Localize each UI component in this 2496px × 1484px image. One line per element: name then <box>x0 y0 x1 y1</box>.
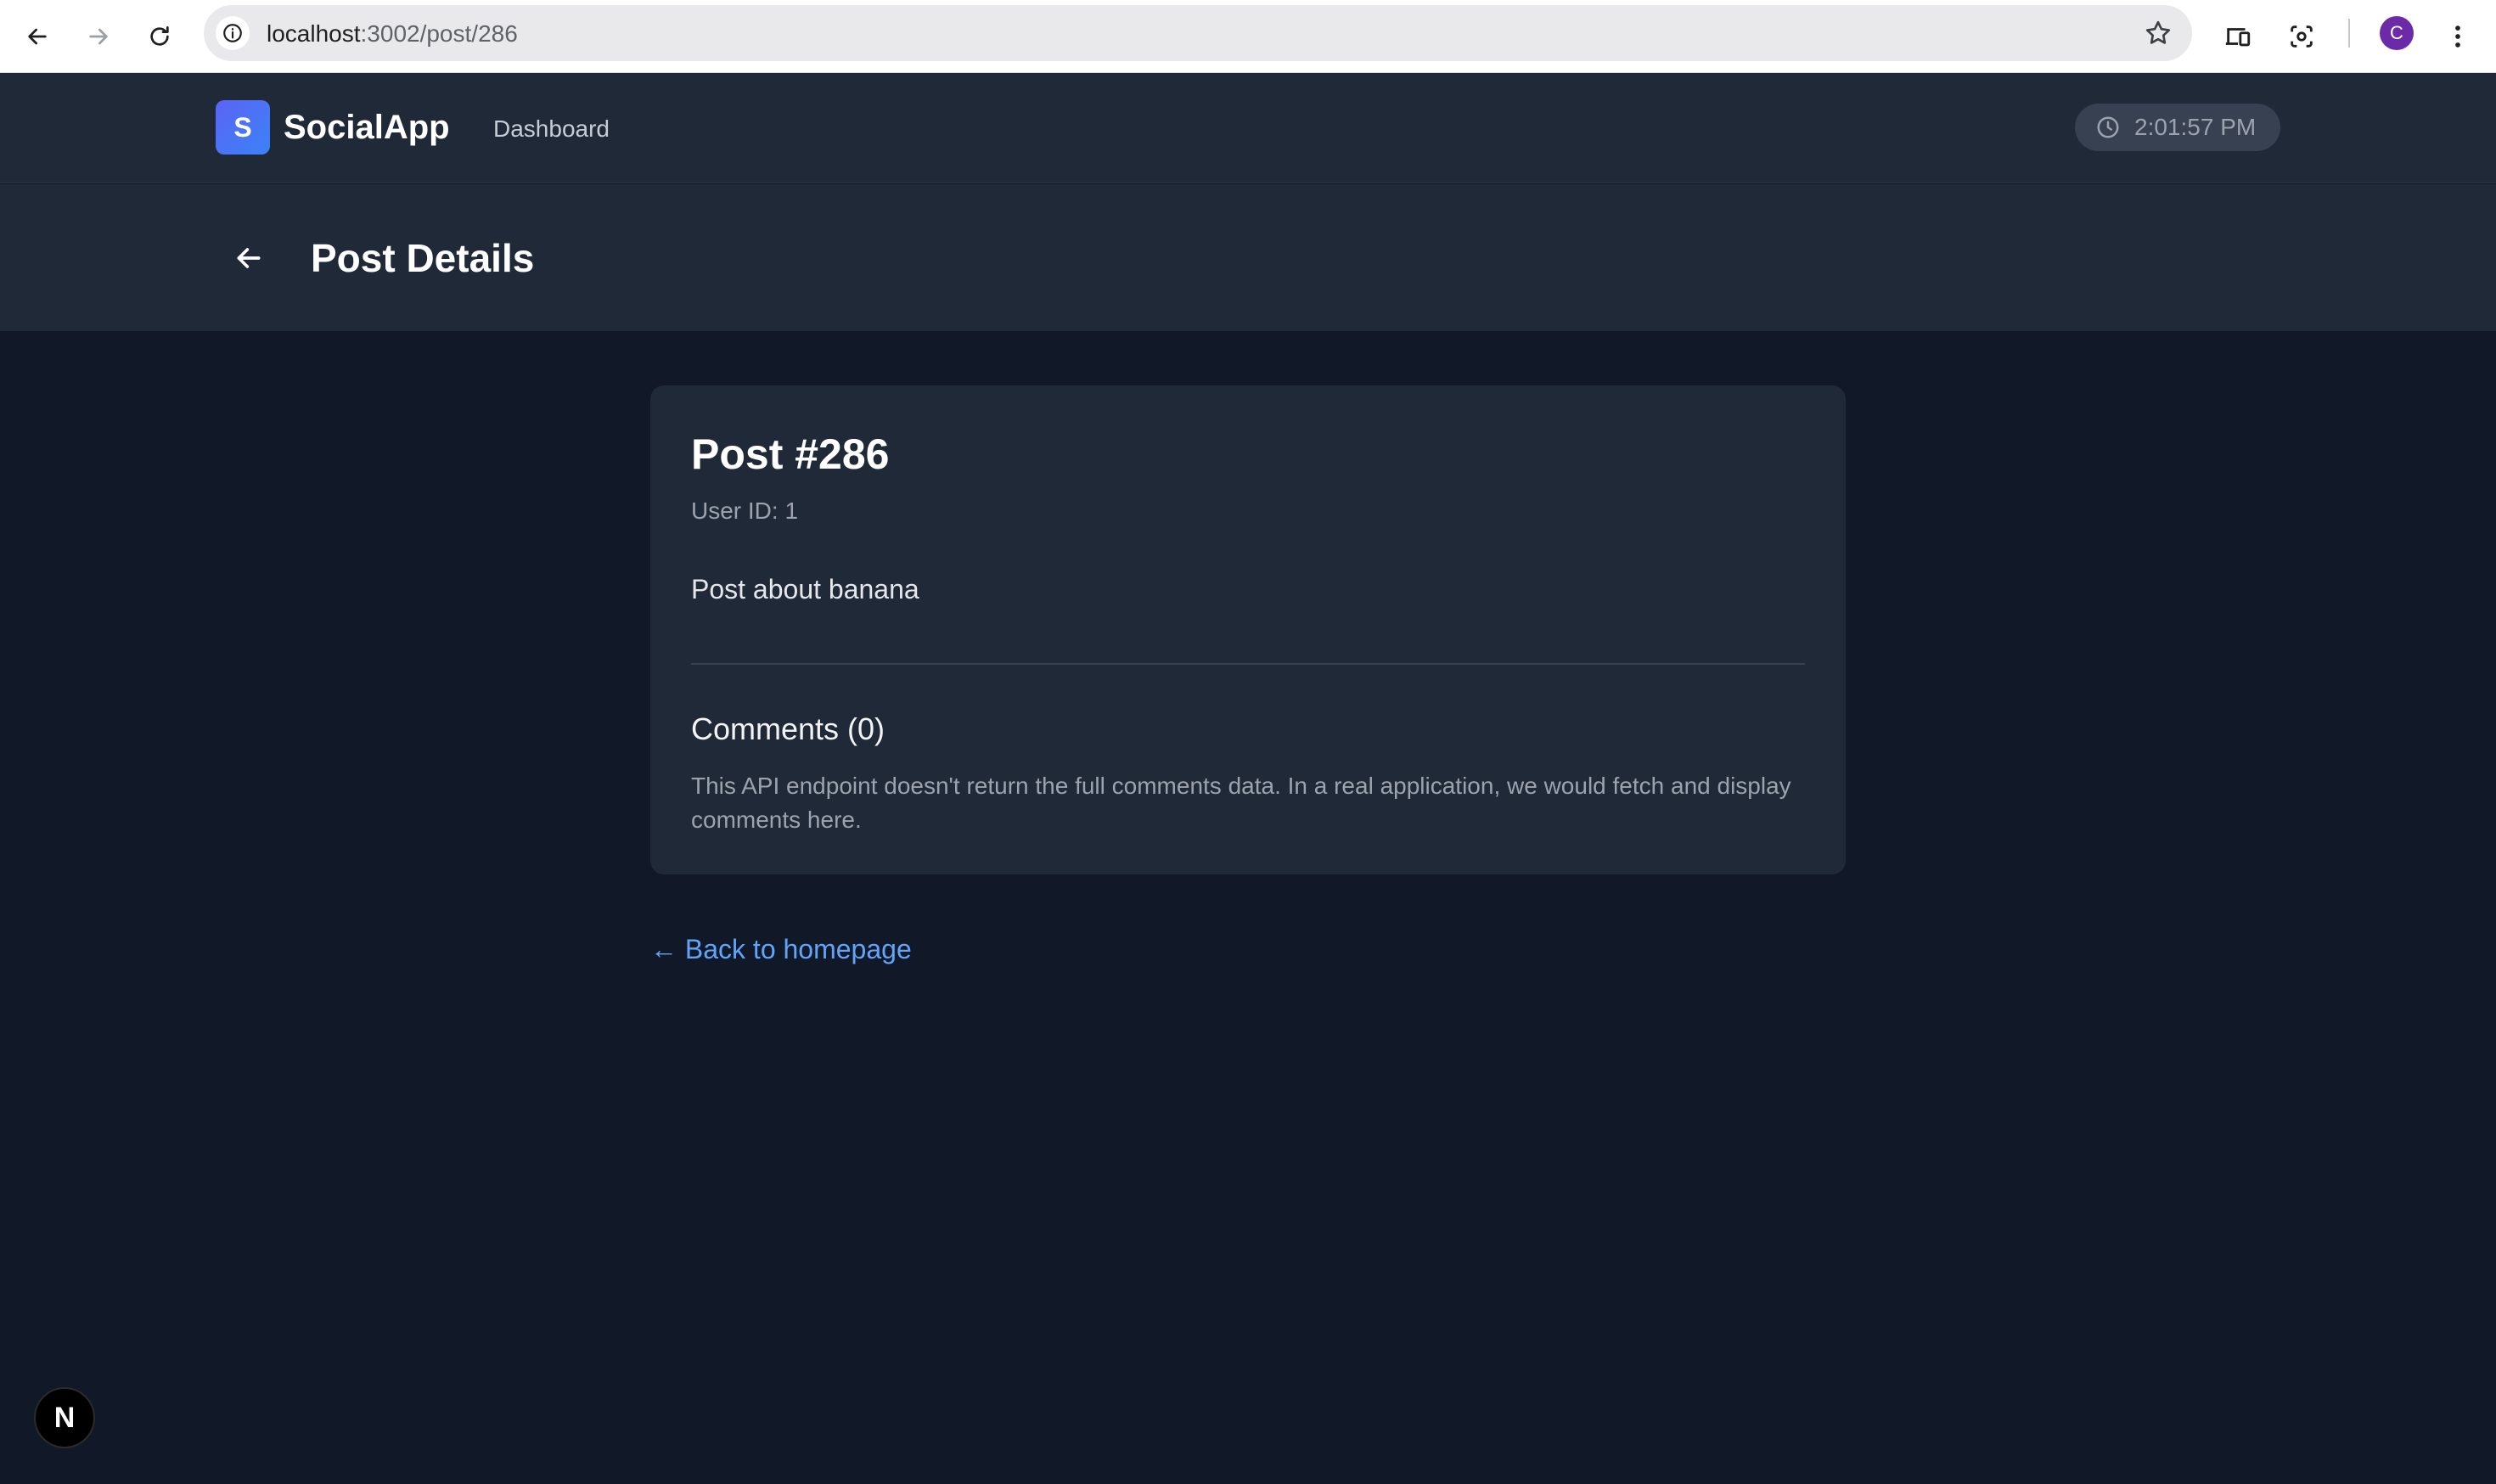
site-info-icon[interactable] <box>216 16 250 50</box>
bookmark-star-icon[interactable] <box>2143 18 2173 48</box>
post-title: Post #286 <box>691 430 890 478</box>
address-bar[interactable]: localhost:3002/post/286 <box>204 5 2192 61</box>
post-card: Post #286 User ID: 1 Post about banana C… <box>650 385 1846 874</box>
app-logo[interactable]: S <box>216 100 270 155</box>
app-header: S SocialApp Dashboard 2:01:57 PM <box>0 73 2496 183</box>
clock-icon <box>2097 116 2119 138</box>
back-to-homepage-link[interactable]: ← Back to homepage <box>650 934 912 965</box>
comments-note: This API endpoint doesn't return the ful… <box>691 773 1791 833</box>
browser-toolbar: localhost:3002/post/286 C <box>0 0 2496 73</box>
post-user-id: User ID: 1 <box>691 497 799 524</box>
nav-dashboard-link[interactable]: Dashboard <box>493 115 610 143</box>
url-host: localhost <box>267 20 361 47</box>
arrow-left-icon <box>28 28 47 45</box>
profile-avatar[interactable]: C <box>2380 16 2414 50</box>
cast-button[interactable] <box>2217 15 2259 58</box>
post-body: Post about banana <box>691 574 919 604</box>
devices-icon <box>2225 28 2251 47</box>
reload-icon <box>150 26 169 46</box>
nextjs-dev-badge[interactable]: N <box>34 1387 95 1448</box>
screenshot-lens-button[interactable] <box>2280 15 2323 58</box>
clock-badge: 2:01:57 PM <box>2075 104 2280 151</box>
browser-back-button[interactable] <box>15 14 59 59</box>
browser-reload-button[interactable] <box>138 14 182 59</box>
more-vertical-icon <box>2455 25 2460 48</box>
back-button[interactable] <box>228 237 270 279</box>
page-title-bar: Post Details <box>0 184 2496 331</box>
app-name[interactable]: SocialApp <box>284 109 450 147</box>
browser-forward-button[interactable] <box>76 14 121 59</box>
browser-menu-button[interactable] <box>2437 15 2479 58</box>
toolbar-divider <box>2348 19 2350 48</box>
comments-heading: Comments (0) <box>691 711 885 746</box>
clock-time: 2:01:57 PM <box>2134 114 2257 140</box>
url-path: :3002/post/286 <box>360 20 518 47</box>
lens-icon <box>2291 25 2313 48</box>
arrow-left-icon <box>237 248 261 268</box>
card-divider <box>691 663 1805 665</box>
address-url[interactable]: localhost:3002/post/286 <box>267 20 518 48</box>
arrow-right-icon <box>89 28 108 45</box>
page-title: Post Details <box>311 236 535 280</box>
